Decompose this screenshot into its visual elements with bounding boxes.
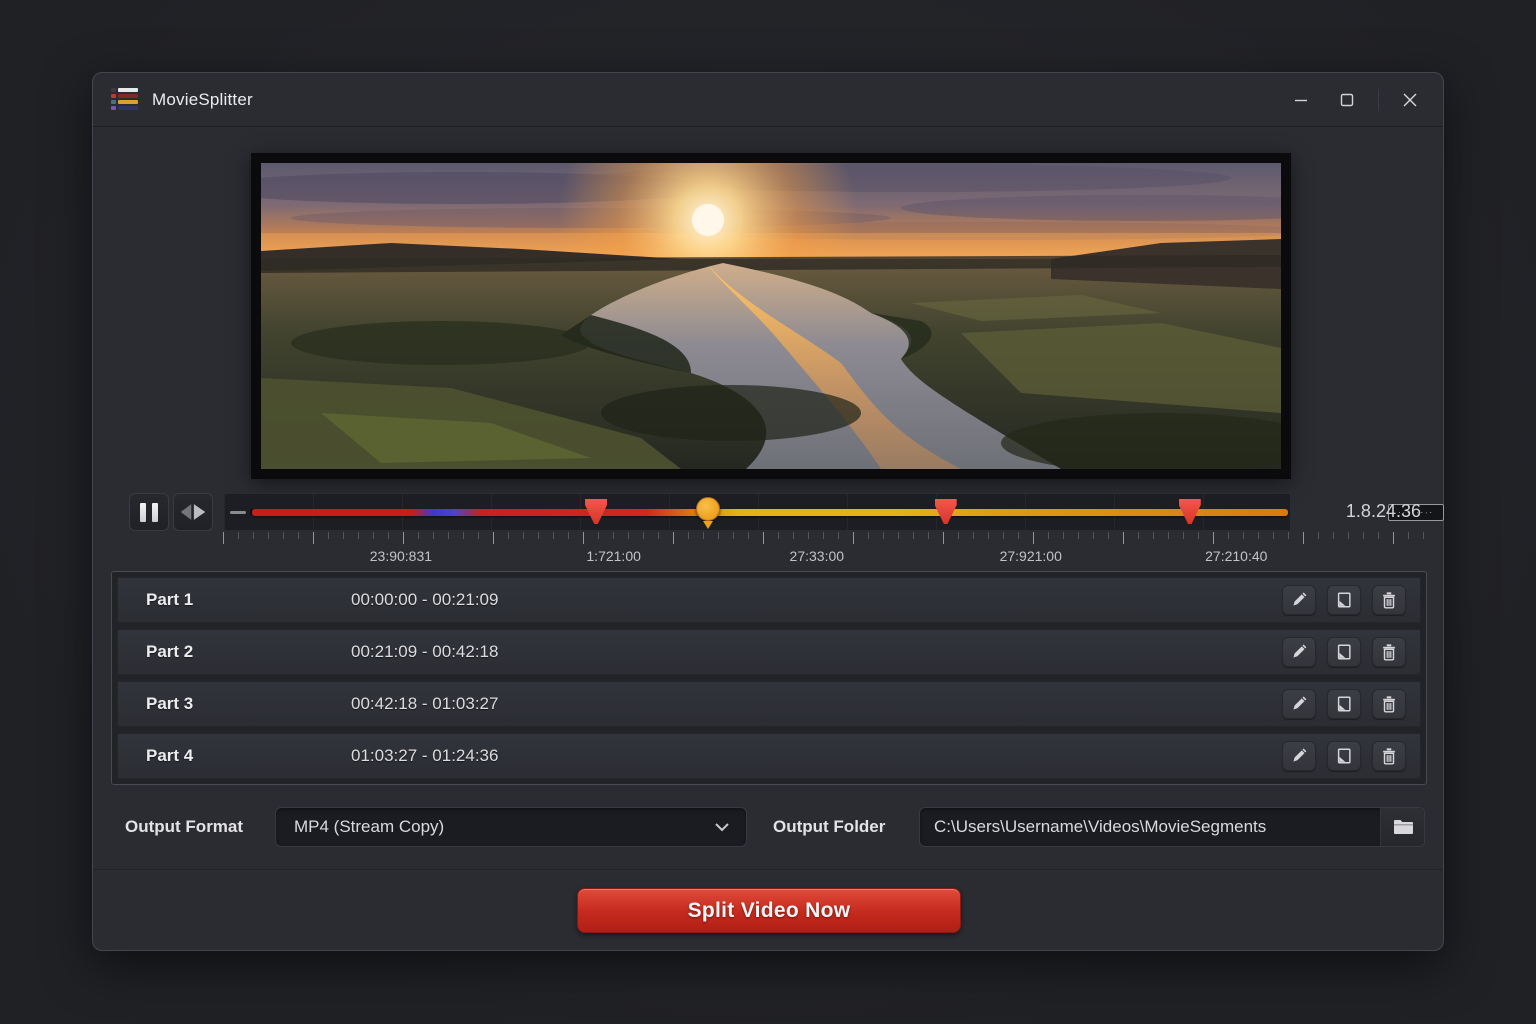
ruler-label: 23:90:831: [370, 548, 432, 564]
copy-icon: [1335, 643, 1353, 661]
app-window: MovieSplitter: [92, 72, 1444, 951]
edit-part-button[interactable]: [1282, 585, 1316, 615]
output-format-dropdown[interactable]: MP4 (Stream Copy): [275, 807, 747, 847]
duplicate-part-button[interactable]: [1327, 585, 1361, 615]
split-marker[interactable]: [935, 499, 957, 524]
part-row-1[interactable]: Part 1 00:00:00 - 00:21:09: [117, 577, 1421, 623]
pencil-icon: [1290, 643, 1308, 661]
ruler-label: 27:921:00: [1000, 548, 1062, 564]
video-preview: [261, 163, 1281, 469]
pause-button[interactable]: [129, 493, 169, 531]
chevron-down-icon: [714, 822, 730, 832]
delete-part-button[interactable]: [1372, 637, 1406, 667]
maximize-icon: [1340, 93, 1354, 107]
output-folder-label: Output Folder: [773, 807, 885, 847]
controls-divider: [1378, 89, 1379, 111]
output-format-label: Output Format: [125, 807, 243, 847]
minimize-icon: [1294, 93, 1308, 107]
title-bar: MovieSplitter: [93, 73, 1443, 127]
output-format-value: MP4 (Stream Copy): [276, 817, 444, 837]
ruler-label: 27:33:00: [790, 548, 845, 564]
app-logo-icon: [111, 88, 138, 111]
pause-icon: [140, 503, 158, 522]
part-time-range: 00:00:00 - 00:21:09: [351, 590, 498, 610]
pencil-icon: [1290, 591, 1308, 609]
part-actions: [1282, 637, 1406, 667]
output-settings-row: Output Format MP4 (Stream Copy) Output F…: [93, 807, 1443, 847]
browse-folder-button[interactable]: [1380, 808, 1424, 846]
part-name: Part 1: [146, 590, 193, 610]
playhead-handle[interactable]: [696, 497, 720, 529]
duplicate-part-button[interactable]: [1327, 689, 1361, 719]
ruler-label: 1:721:00: [586, 548, 641, 564]
duplicate-part-button[interactable]: [1327, 637, 1361, 667]
output-folder-input[interactable]: C:\Users\Username\Videos\MovieSegments: [919, 807, 1425, 847]
window-controls: [1278, 73, 1433, 126]
trash-icon: [1380, 643, 1398, 661]
folder-icon: [1393, 819, 1413, 835]
time-display: 1.8.24.36: [1346, 501, 1421, 522]
output-folder-value: C:\Users\Username\Videos\MovieSegments: [920, 817, 1266, 837]
duplicate-part-button[interactable]: [1327, 741, 1361, 771]
copy-icon: [1335, 695, 1353, 713]
maximize-button[interactable]: [1324, 80, 1370, 120]
minimize-button[interactable]: [1278, 80, 1324, 120]
delete-part-button[interactable]: [1372, 689, 1406, 719]
copy-icon: [1335, 747, 1353, 765]
trash-icon: [1380, 591, 1398, 609]
timeline-track[interactable]: ·∙··∙·∙·: [223, 493, 1291, 531]
footer-bar: Split Video Now: [93, 869, 1443, 951]
playhead-ball-icon: [696, 497, 720, 521]
part-time-range: 01:03:27 - 01:24:36: [351, 746, 498, 766]
pencil-icon: [1290, 695, 1308, 713]
timeline-ruler: 23:90:831 1:721:00 27:33:00 27:921:00 27…: [223, 532, 1425, 574]
delete-part-button[interactable]: [1372, 585, 1406, 615]
part-actions: [1282, 689, 1406, 719]
part-row-3[interactable]: Part 3 00:42:18 - 01:03:27: [117, 681, 1421, 727]
split-marker[interactable]: [585, 499, 607, 524]
part-actions: [1282, 585, 1406, 615]
trash-icon: [1380, 747, 1398, 765]
split-video-button[interactable]: Split Video Now: [577, 888, 961, 933]
delete-part-button[interactable]: [1372, 741, 1406, 771]
edit-part-button[interactable]: [1282, 741, 1316, 771]
video-preview-frame: [251, 153, 1291, 479]
split-marker[interactable]: [1179, 499, 1201, 524]
timeline-heat-bar: [252, 509, 1288, 516]
close-icon: [1403, 93, 1417, 107]
window-title: MovieSplitter: [152, 90, 253, 110]
part-actions: [1282, 741, 1406, 771]
part-name: Part 3: [146, 694, 193, 714]
timeline-start-handle[interactable]: [230, 511, 246, 514]
volume-icon: [179, 501, 207, 523]
edit-part-button[interactable]: [1282, 637, 1316, 667]
copy-icon: [1335, 591, 1353, 609]
playhead-stem-icon: [703, 521, 713, 529]
part-name: Part 2: [146, 642, 193, 662]
parts-list: Part 1 00:00:00 - 00:21:09 Part 2 00:21:…: [111, 571, 1427, 785]
ruler-label: 27:210:40: [1205, 548, 1267, 564]
part-row-2[interactable]: Part 2 00:21:09 - 00:42:18: [117, 629, 1421, 675]
part-time-range: 00:42:18 - 01:03:27: [351, 694, 498, 714]
part-name: Part 4: [146, 746, 193, 766]
part-row-4[interactable]: Part 4 01:03:27 - 01:24:36: [117, 733, 1421, 779]
ruler-ticks: [223, 532, 1425, 544]
volume-button[interactable]: [173, 493, 213, 531]
part-time-range: 00:21:09 - 00:42:18: [351, 642, 498, 662]
player-controls-row: ·∙··∙·∙· 1.8.24.36: [129, 493, 1421, 531]
pencil-icon: [1290, 747, 1308, 765]
close-button[interactable]: [1387, 80, 1433, 120]
trash-icon: [1380, 695, 1398, 713]
edit-part-button[interactable]: [1282, 689, 1316, 719]
